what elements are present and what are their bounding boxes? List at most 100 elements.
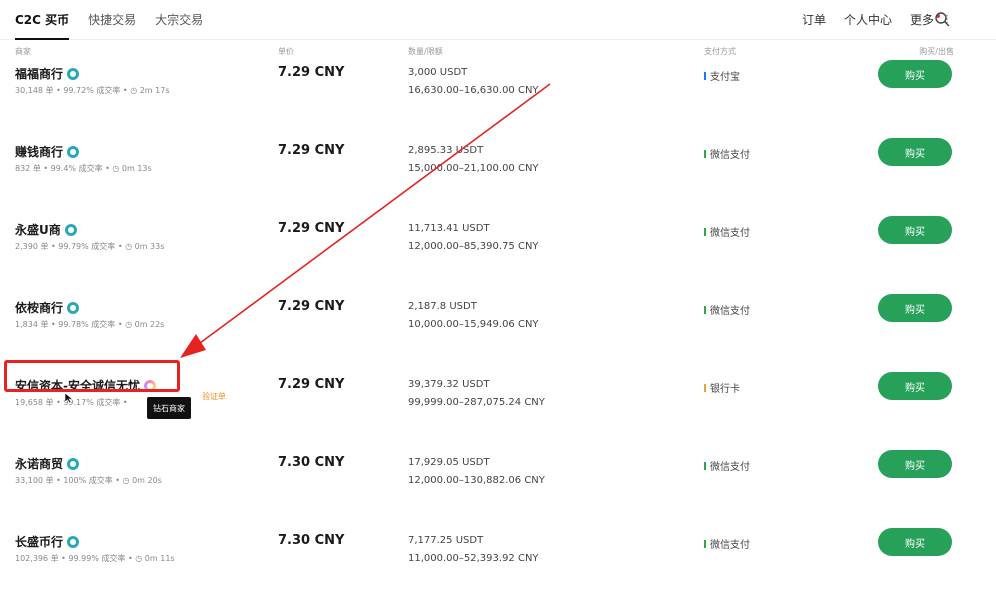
merchant-name[interactable]: 依桉商行: [15, 299, 80, 316]
col-amount-limit: 数量/限额: [408, 47, 443, 56]
verified-merchant-badge-icon: [67, 535, 80, 548]
table-row: 依桉商行 1,834 单 • 99.78% 成交率 • ◷ 0m 22s 7.29 …: [0, 277, 996, 355]
table-row: 赚钱商行 832 单 • 99.4% 成交率 • ◷ 0m 13s 7.29 CNY…: [0, 121, 996, 199]
order-limit: 10,000.00–15,949.06 CNY: [408, 319, 539, 330]
buy-button[interactable]: 购买: [878, 372, 952, 400]
table-row: 永诺商贸 33,100 单 • 100% 成交率 • ◷ 0m 20s 7.30 C…: [0, 433, 996, 511]
merchant-name-text: 永诺商贸: [15, 457, 64, 471]
buy-button[interactable]: 购买: [878, 294, 952, 322]
payment-method-label: 微信支付: [710, 306, 750, 317]
verified-merchant-badge-icon: [64, 223, 77, 236]
unit-price: 7.29 CNY: [278, 65, 345, 80]
available-amount: 2,895.33 USDT: [408, 145, 484, 156]
merchant-name-text: 依桉商行: [15, 301, 64, 315]
payment-method-icon: [704, 227, 706, 236]
tab-c2c-buy[interactable]: C2C 买币: [15, 0, 70, 40]
merchant-name[interactable]: 赚钱商行: [15, 143, 80, 160]
merchant-stats: 832 单 • 99.4% 成交率 • ◷ 0m 13s: [15, 164, 152, 173]
payment-method-icon: [704, 539, 706, 548]
payment-method: 银行卡: [704, 380, 740, 395]
personal-center-link[interactable]: 个人中心: [844, 11, 892, 28]
available-amount: 7,177.25 USDT: [408, 535, 484, 546]
unit-price: 7.29 CNY: [278, 143, 345, 158]
unit-price: 7.29 CNY: [278, 221, 345, 236]
payment-method: 微信支付: [704, 146, 750, 161]
buy-button[interactable]: 购买: [878, 138, 952, 166]
available-amount: 17,929.05 USDT: [408, 457, 490, 468]
buy-button[interactable]: 购买: [878, 450, 952, 478]
more-label: 更多: [909, 13, 934, 27]
order-limit: 15,000.00–21,100.00 CNY: [408, 163, 539, 174]
payment-method-icon: [704, 461, 706, 470]
merchant-stats: 1,834 单 • 99.78% 成交率 • ◷ 0m 22s: [15, 320, 165, 329]
col-action: 购买/出售: [919, 47, 954, 56]
verified-merchant-badge-icon: [67, 457, 80, 470]
tab-block-trade[interactable]: 大宗交易: [155, 0, 203, 40]
payment-method: 微信支付: [704, 536, 750, 551]
payment-method: 支付宝: [704, 68, 740, 83]
payment-method: 微信支付: [704, 302, 750, 317]
search-icon[interactable]: [934, 11, 950, 27]
diamond-merchant-tooltip: 钻石商家: [147, 397, 191, 419]
buy-button[interactable]: 购买: [878, 60, 952, 88]
buy-button[interactable]: 购买: [878, 528, 952, 556]
order-limit: 99,999.00–287,075.24 CNY: [408, 397, 545, 408]
merchant-name-text: 赚钱商行: [15, 145, 64, 159]
order-limit: 12,000.00–85,390.75 CNY: [408, 241, 539, 252]
order-limit: 12,000.00–130,882.06 CNY: [408, 475, 545, 486]
merchant-name-text: 福福商行: [15, 67, 64, 81]
merchant-stats: 30,148 单 • 99.72% 成交率 • ◷ 2m 17s: [15, 86, 170, 95]
payment-method: 微信支付: [704, 224, 750, 239]
payment-method-label: 微信支付: [710, 150, 750, 161]
payment-method-label: 微信支付: [710, 462, 750, 473]
payment-method-label: 支付宝: [710, 72, 740, 83]
available-amount: 11,713.41 USDT: [408, 223, 490, 234]
merchant-name-text: 永盛U商: [15, 223, 61, 237]
col-merchant: 商家: [15, 47, 31, 56]
trade-tabs: C2C 买币 快捷交易 大宗交易: [0, 0, 222, 40]
merchant-name[interactable]: 永诺商贸: [15, 455, 80, 472]
table-row: 福福商行 30,148 单 • 99.72% 成交率 • ◷ 2m 17s 7.29…: [0, 60, 996, 121]
verify-tag: 验证单: [202, 392, 226, 401]
order-limit: 11,000.00–52,393.92 CNY: [408, 553, 539, 564]
annotation-highlight-box: [4, 360, 180, 392]
tab-quick-trade[interactable]: 快捷交易: [88, 0, 136, 40]
orders-link[interactable]: 订单: [802, 11, 826, 28]
buy-button[interactable]: 购买: [878, 216, 952, 244]
unit-price: 7.30 CNY: [278, 533, 345, 548]
unit-price: 7.29 CNY: [278, 299, 345, 314]
col-price: 单价: [278, 47, 294, 56]
payment-method-icon: [704, 71, 706, 80]
merchant-name[interactable]: 永盛U商: [15, 221, 77, 238]
payment-method-label: 微信支付: [710, 228, 750, 239]
order-limit: 16,630.00–16,630.00 CNY: [408, 85, 539, 96]
merchant-stats: 33,100 单 • 100% 成交率 • ◷ 0m 20s: [15, 476, 162, 485]
payment-method-icon: [704, 305, 706, 314]
top-nav: C2C 买币 快捷交易 大宗交易 订单 个人中心 更多 ⋮: [0, 0, 996, 40]
merchant-name[interactable]: 福福商行: [15, 65, 80, 82]
payment-method-label: 微信支付: [710, 540, 750, 551]
table-row: 长盛币行 102,396 单 • 99.99% 成交率 • ◷ 0m 11s 7.3…: [0, 511, 996, 589]
table-header: 商家 单价 数量/限额 支付方式 购买/出售: [0, 46, 996, 60]
payment-method-label: 银行卡: [710, 384, 740, 395]
merchant-name-text: 长盛币行: [15, 535, 64, 549]
payment-method-icon: [704, 149, 706, 158]
merchant-stats: 2,390 单 • 99.79% 成交率 • ◷ 0m 33s: [15, 242, 165, 251]
payment-method-icon: [704, 383, 706, 392]
table-row: 永盛U商 2,390 单 • 99.79% 成交率 • ◷ 0m 33s 7.29 …: [0, 199, 996, 277]
merchant-stats: 102,396 单 • 99.99% 成交率 • ◷ 0m 11s: [15, 554, 175, 563]
merchant-name[interactable]: 长盛币行: [15, 533, 80, 550]
available-amount: 2,187.8 USDT: [408, 301, 477, 312]
unit-price: 7.29 CNY: [278, 377, 345, 392]
verified-merchant-badge-icon: [67, 67, 80, 80]
col-payment: 支付方式: [704, 47, 736, 56]
available-amount: 3,000 USDT: [408, 67, 468, 78]
verified-merchant-badge-icon: [67, 301, 80, 314]
mouse-cursor-icon: [64, 392, 74, 404]
unit-price: 7.30 CNY: [278, 455, 345, 470]
nav-right-links: 订单 个人中心 更多 ⋮: [784, 0, 996, 40]
available-amount: 39,379.32 USDT: [408, 379, 490, 390]
payment-method: 微信支付: [704, 458, 750, 473]
merchant-table: 福福商行 30,148 单 • 99.72% 成交率 • ◷ 2m 17s 7.29…: [0, 60, 996, 595]
verified-merchant-badge-icon: [67, 145, 80, 158]
